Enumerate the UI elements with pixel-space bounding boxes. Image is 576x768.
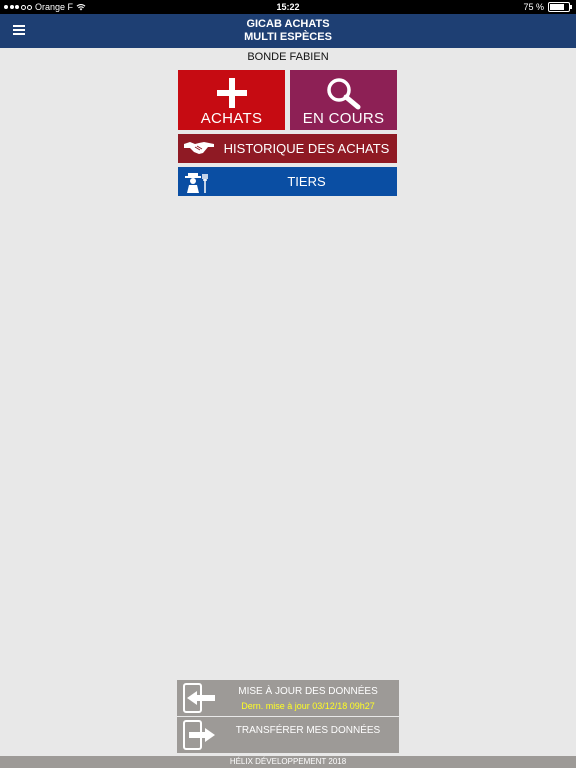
transfer-data-label: TRANSFÉRER MES DONNÉES xyxy=(235,725,381,736)
achats-label: ACHATS xyxy=(200,110,263,127)
device-arrow-right-icon xyxy=(183,720,215,750)
achats-button[interactable]: ACHATS xyxy=(178,70,285,130)
last-update-text: Dern. mise à jour 03/12/18 09h27 xyxy=(241,701,375,711)
update-data-button[interactable]: MISE À JOUR DES DONNÉES Dern. mise à jou… xyxy=(177,680,399,716)
app-title: GICAB ACHATS MULTI ESPÈCES xyxy=(0,18,576,44)
app-title-line2: MULTI ESPÈCES xyxy=(244,31,332,43)
en-cours-button[interactable]: EN COURS xyxy=(290,70,397,130)
magnifier-icon xyxy=(326,78,360,110)
farmer-icon xyxy=(185,173,208,193)
clock: 15:22 xyxy=(276,2,300,12)
battery-percent: 75 % xyxy=(523,2,544,12)
update-data-label: MISE À JOUR DES DONNÉES xyxy=(238,686,378,697)
battery-icon xyxy=(548,2,572,12)
tiers-button[interactable]: TIERS xyxy=(178,167,397,196)
app-title-line1: GICAB ACHATS xyxy=(246,18,330,30)
footer: HÉLIX DÉVELOPPEMENT 2018 xyxy=(0,756,576,768)
status-bar: Orange F 15:22 75 % xyxy=(0,0,576,14)
user-name: BONDE FABIEN xyxy=(247,51,329,63)
device-arrow-left-icon xyxy=(183,683,215,713)
handshake-icon xyxy=(184,142,214,154)
tiers-label: TIERS xyxy=(287,174,326,189)
en-cours-label: EN COURS xyxy=(302,110,385,127)
transfer-data-button[interactable]: TRANSFÉRER MES DONNÉES xyxy=(177,717,399,753)
plus-icon xyxy=(216,78,247,108)
historique-label: HISTORIQUE DES ACHATS xyxy=(223,141,390,156)
historique-button[interactable]: HISTORIQUE DES ACHATS xyxy=(178,134,397,163)
nav-bar: GICAB ACHATS MULTI ESPÈCES xyxy=(0,14,576,48)
status-right: 75 % xyxy=(523,0,572,14)
